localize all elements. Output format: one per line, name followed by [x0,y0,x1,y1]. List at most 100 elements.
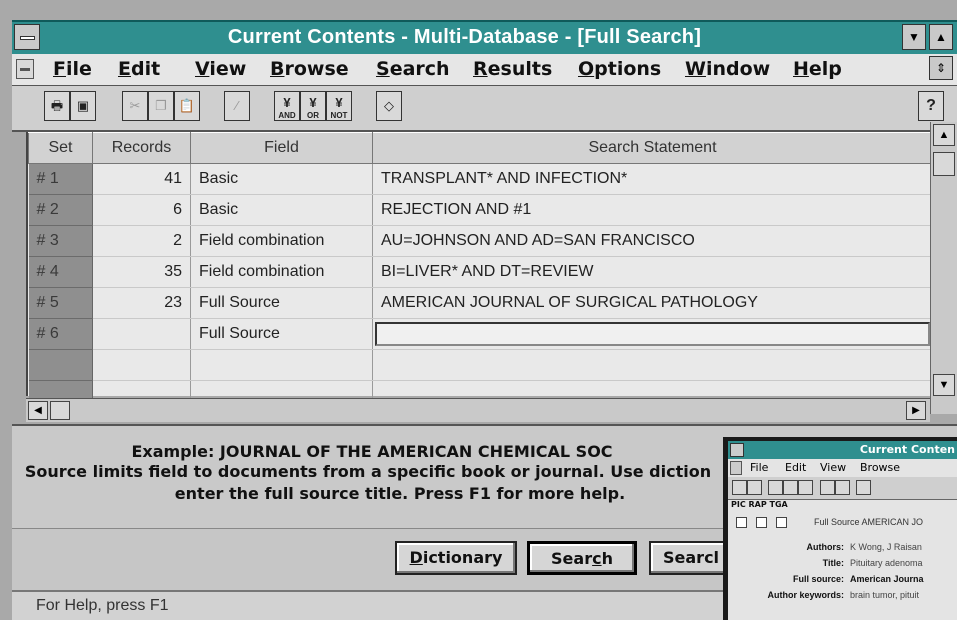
system-menu-button[interactable] [730,443,744,457]
menu-file[interactable]: File [750,461,768,474]
menu-browse[interactable]: Browse [860,461,900,474]
down-arrow-icon: ▼ [938,379,950,391]
record-checkbox[interactable] [756,517,767,528]
set-number[interactable]: # 3 [28,225,93,257]
record-field-author-keywords: Author keywords: brain tumor, pituit [767,590,920,600]
copy-icon[interactable] [783,480,798,495]
set-number[interactable]: # 1 [28,163,93,195]
window-title: Current Contents - Multi-Database - [Ful… [227,26,702,48]
restore-button[interactable]: ⇕ [929,56,953,80]
table-row[interactable]: # 2 6 Basic REJECTION AND #1 [28,194,933,226]
table-row[interactable]: # 1 41 Basic TRANSPLANT* AND INFECTION* [28,163,933,195]
scroll-right-button[interactable]: ▶ [906,401,926,420]
field-cell[interactable]: Basic [190,194,373,226]
save-icon[interactable] [747,480,762,495]
search-statement-cell[interactable]: REJECTION AND #1 [372,194,933,226]
document-menu-button[interactable] [16,59,34,79]
search-statement-cell [372,318,933,350]
dictionary-button[interactable]: Dictionary [395,541,517,575]
menu-results[interactable]: Results [473,58,552,80]
cut-icon[interactable] [768,480,783,495]
search-statement-input[interactable] [375,322,930,346]
printer-icon: 🖶 [50,98,64,113]
document-menu-button[interactable] [730,461,742,475]
menu-window[interactable]: Window [685,58,770,80]
toolbar: 🖶 ▣ ✂ ❐ 📋 ⁄ ¥ AND ¥ OR ¥ NOT ◇ ? [12,86,957,132]
menu-help[interactable]: Help [793,58,842,80]
table-row-active[interactable]: # 6 Full Source [28,318,933,350]
column-header-records[interactable]: Records [92,132,191,164]
paste-button[interactable]: 📋 [174,91,200,121]
secondary-menu-bar: File Edit View Browse [728,459,957,478]
record-checkbox[interactable] [736,517,747,528]
scroll-thumb[interactable] [933,152,955,176]
and-button[interactable]: ¥ AND [274,91,300,121]
field-cell[interactable]: Full Source [190,318,373,350]
horizontal-scrollbar[interactable]: ◀ ▶ [26,398,930,422]
scroll-up-button[interactable]: ▲ [933,124,955,146]
search-statement-cell[interactable]: BI=LIVER* AND DT=REVIEW [372,256,933,288]
menu-options[interactable]: Options [578,58,661,80]
left-arrow-icon: ◀ [34,405,42,416]
vertical-scrollbar[interactable]: ▲ ▼ [930,122,957,414]
tag-icon[interactable] [820,480,835,495]
field-cell[interactable]: Field combination [190,225,373,257]
scroll-down-button[interactable]: ▼ [933,374,955,396]
menu-search[interactable]: Search [376,58,450,80]
column-header-set[interactable]: Set [28,132,93,164]
scroll-left-button[interactable]: ◀ [28,401,48,420]
field-cell[interactable]: Full Source [190,287,373,319]
eraser-button[interactable]: ◇ [376,91,402,121]
not-button[interactable]: ¥ NOT [326,91,352,121]
table-row[interactable]: # 3 2 Field combination AU=JOHNSON AND A… [28,225,933,257]
set-number[interactable]: # 5 [28,287,93,319]
menu-edit[interactable]: Edit [118,58,160,80]
export-format-labels: PIC RAP TGA [731,500,788,509]
minimize-button[interactable]: ▼ [902,24,926,50]
help-button[interactable]: ? [918,91,944,121]
print-button[interactable]: 🖶 [44,91,70,121]
wand-button[interactable]: ⁄ [224,91,250,121]
application-window: Current Contents - Multi-Database - [Ful… [0,0,957,620]
title-bar[interactable]: Current Contents - Multi-Database - [Ful… [12,20,957,54]
sort-icon[interactable] [856,480,871,495]
copy-button[interactable]: ❐ [148,91,174,121]
down-arrow-icon: ¥ [283,95,291,110]
table-row[interactable]: # 5 23 Full Source AMERICAN JOURNAL OF S… [28,287,933,319]
search-button[interactable]: Search [527,541,637,575]
maximize-button[interactable]: ▲ [929,24,953,50]
scroll-thumb[interactable] [50,401,70,420]
secondary-window[interactable]: Current Conten File Edit View Browse PIC… [723,437,957,620]
record-field-authors: Authors: K Wong, J Raisan [806,542,922,552]
search-statement-cell[interactable]: TRANSPLANT* AND INFECTION* [372,163,933,195]
status-text: For Help, press F1 [36,597,169,614]
copy-icon: ❐ [155,98,167,113]
dash-icon [20,68,30,71]
menu-view[interactable]: View [820,461,846,474]
paste-icon[interactable] [798,480,813,495]
column-header-search-statement[interactable]: Search Statement [372,132,933,164]
print-icon[interactable] [732,480,747,495]
menu-file[interactable]: File [53,58,92,80]
field-cell[interactable]: Basic [190,163,373,195]
menu-edit[interactable]: Edit [785,461,806,474]
field-cell[interactable]: Field combination [190,256,373,288]
cut-button[interactable]: ✂ [122,91,148,121]
save-button[interactable]: ▣ [70,91,96,121]
records-count: 23 [92,287,191,319]
set-number[interactable]: # 2 [28,194,93,226]
set-number[interactable]: # 6 [28,318,93,350]
menu-browse[interactable]: Browse [270,58,349,80]
search-statement-cell[interactable]: AU=JOHNSON AND AD=SAN FRANCISCO [372,225,933,257]
or-button[interactable]: ¥ OR [300,91,326,121]
record-checkbox[interactable] [776,517,787,528]
set-number[interactable]: # 4 [28,256,93,288]
up-triangle-icon: ▲ [935,30,947,44]
document-icon[interactable] [835,480,850,495]
up-down-icon: ⇕ [935,61,947,75]
table-row[interactable]: # 4 35 Field combination BI=LIVER* AND D… [28,256,933,288]
record-source-summary: Full Source AMERICAN JO [814,517,924,527]
menu-view[interactable]: View [195,58,246,80]
search-statement-cell[interactable]: AMERICAN JOURNAL OF SURGICAL PATHOLOGY [372,287,933,319]
column-header-field[interactable]: Field [190,132,373,164]
